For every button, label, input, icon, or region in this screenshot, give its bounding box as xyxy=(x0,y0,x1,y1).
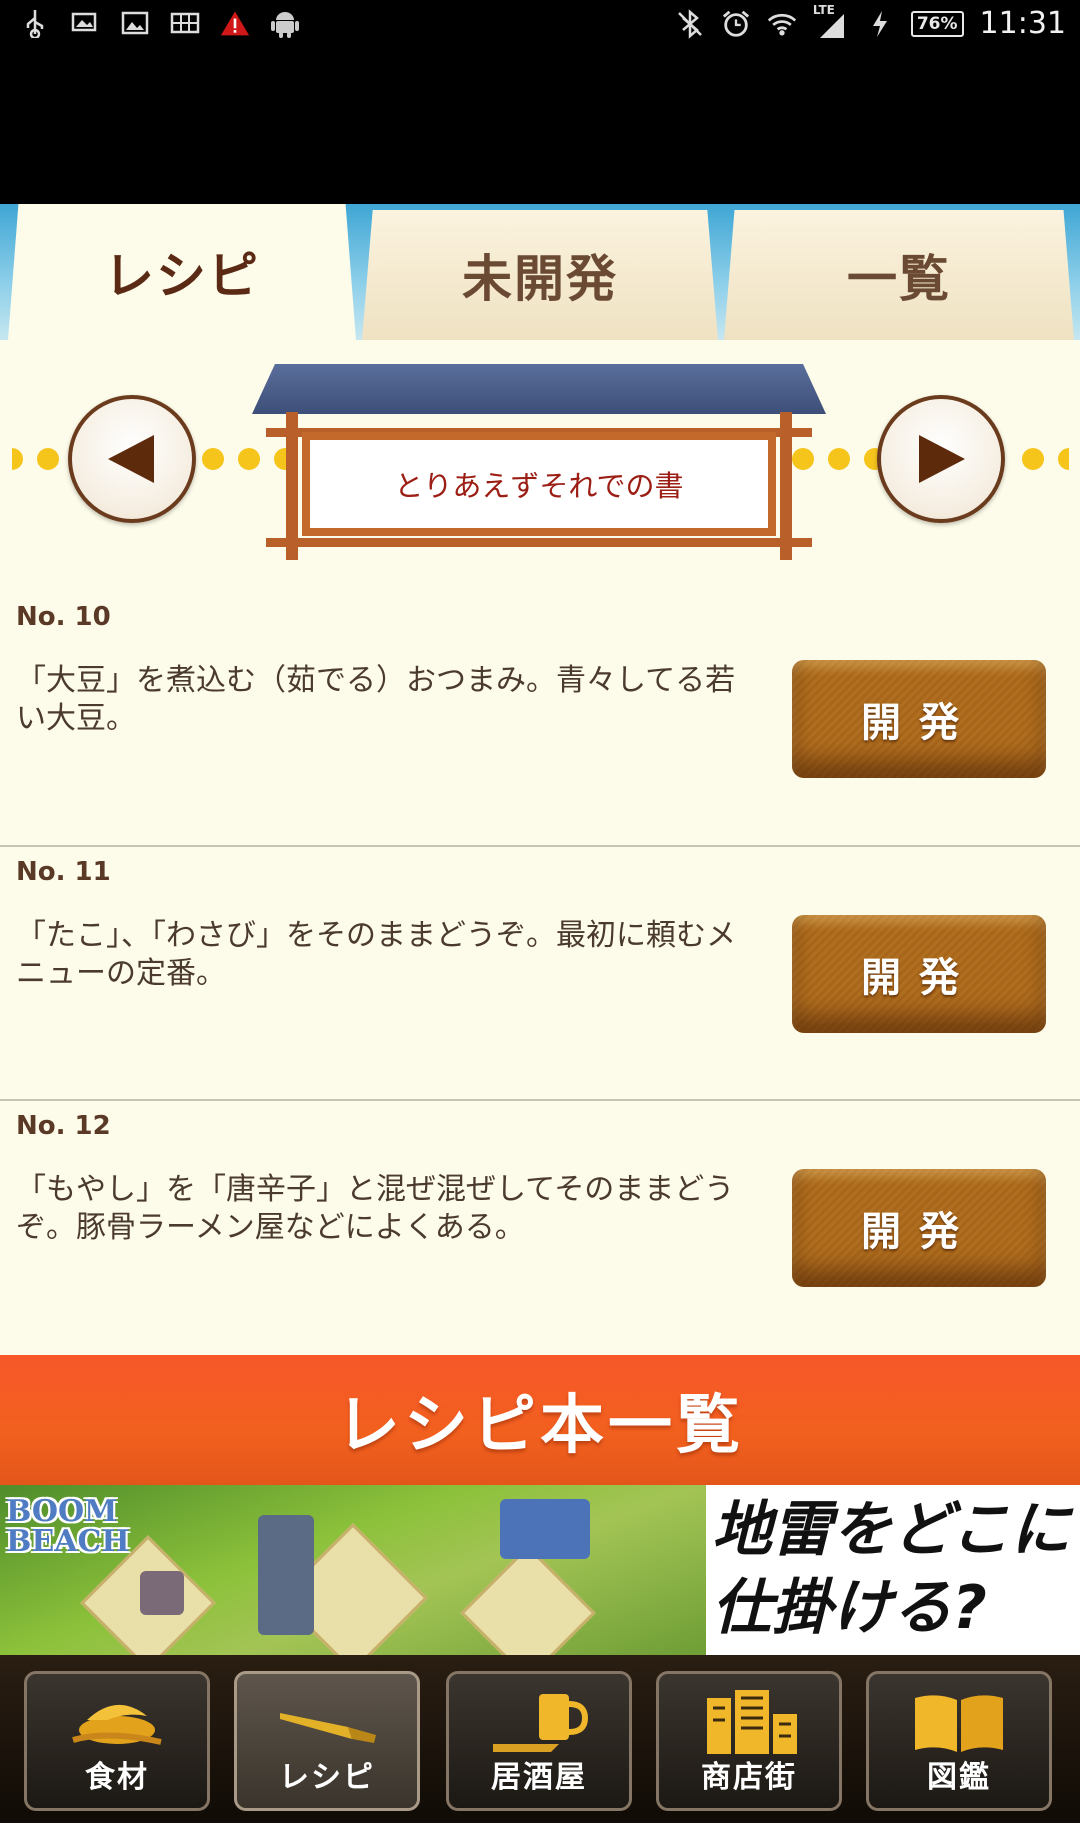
recipe-description: 「もやし」を「唐辛子」と混ぜ混ぜしてそのままどうぞ。豚骨ラーメン屋などによくある… xyxy=(16,1172,735,1245)
nav-encyclopedia[interactable]: 図鑑 xyxy=(866,1671,1052,1811)
ad-banner[interactable]: BOOM BEACH 地雷をどこに 仕掛ける? xyxy=(0,1485,1080,1655)
encyclopedia-book-icon xyxy=(904,1688,1014,1758)
book-title: とりあえずそれでの書 xyxy=(302,432,776,536)
tab-bar: レシピ 未開発 一覧 xyxy=(0,204,1080,340)
dot xyxy=(37,448,59,470)
signal-icon: LTE xyxy=(813,3,849,39)
ad-tower xyxy=(258,1515,314,1635)
tab-list[interactable]: 一覧 xyxy=(724,210,1074,340)
dot xyxy=(828,448,850,470)
battery-level: 76% xyxy=(910,10,964,37)
ad-headline-line: 地雷をどこに xyxy=(712,1495,1071,1565)
wifi-icon xyxy=(767,9,797,39)
develop-button[interactable]: 開発 xyxy=(792,1169,1046,1287)
dot xyxy=(12,448,23,470)
next-book-button[interactable] xyxy=(877,395,1005,523)
bottom-navigation: 食材 レシピ 居酒屋 商店街 図鑑 xyxy=(0,1655,1080,1823)
ad-building xyxy=(140,1571,184,1615)
alarm-icon xyxy=(721,9,751,39)
tab-undeveloped[interactable]: 未開発 xyxy=(362,210,718,340)
ad-headline: 地雷をどこに 仕掛ける? xyxy=(712,1491,1076,1651)
left-dots-decoration xyxy=(12,448,59,470)
nav-label: レシピ xyxy=(279,1760,375,1795)
signboard-roof xyxy=(252,364,826,414)
recipe-description: 「たこ」、「わさび」をそのままどうぞ。最初に頼むメニューの定番。 xyxy=(16,918,736,991)
develop-button[interactable]: 開発 xyxy=(792,915,1046,1033)
nav-label: 図鑑 xyxy=(927,1760,991,1795)
ad-logo-line: BOOM xyxy=(6,1494,118,1529)
ad-game-image: BOOM BEACH xyxy=(0,1485,706,1655)
nav-label: 商店街 xyxy=(701,1760,797,1795)
izakaya-beer-icon xyxy=(484,1688,594,1758)
network-type-label: LTE xyxy=(812,2,835,17)
ingredients-icon xyxy=(62,1688,172,1758)
picture-sync-icon xyxy=(70,8,100,38)
nav-label: 食材 xyxy=(85,1760,149,1795)
status-bar: LTE 76% 11:31 xyxy=(0,0,1080,54)
usb-icon xyxy=(20,8,50,38)
nav-shopping-street[interactable]: 商店街 xyxy=(656,1671,842,1811)
recipe-number: No. 12 xyxy=(16,1111,111,1141)
right-dots-decoration xyxy=(1022,448,1069,470)
bluetooth-off-icon xyxy=(675,8,705,39)
ad-logo: BOOM BEACH xyxy=(6,1497,130,1557)
recipe-number: No. 11 xyxy=(16,857,111,887)
dot xyxy=(1022,448,1044,470)
recipe-book-list-button[interactable]: レシピ本一覧 xyxy=(0,1355,1080,1485)
ad-headline-line: 仕掛ける? xyxy=(712,1573,987,1643)
arrow-left-icon xyxy=(108,435,154,483)
book-signboard: とりあえずそれでの書 xyxy=(252,364,826,564)
ad-tile xyxy=(460,1545,596,1655)
recipe-knife-icon xyxy=(272,1688,382,1758)
nav-recipe[interactable]: レシピ xyxy=(234,1671,420,1811)
status-bar-system: LTE 76% 11:31 xyxy=(675,3,1066,41)
tab-recipe[interactable]: レシピ xyxy=(8,204,356,340)
recipe-number: No. 10 xyxy=(16,602,111,632)
arrow-right-icon xyxy=(919,435,965,483)
recipe-row: No. 12 「もやし」を「唐辛子」と混ぜ混ぜしてそのままどうぞ。豚骨ラーメン屋… xyxy=(0,1099,1080,1354)
gallery-icon xyxy=(120,8,150,38)
android-icon xyxy=(270,8,300,38)
develop-button[interactable]: 開発 xyxy=(792,660,1046,778)
dot xyxy=(1058,448,1069,470)
nav-izakaya[interactable]: 居酒屋 xyxy=(446,1671,632,1811)
dot xyxy=(202,448,224,470)
clock-time: 11:31 xyxy=(979,6,1066,41)
signboard-rail xyxy=(266,538,812,547)
nav-ingredients[interactable]: 食材 xyxy=(24,1671,210,1811)
warning-icon xyxy=(220,8,250,38)
grid-icon xyxy=(170,8,200,38)
ad-building xyxy=(500,1499,590,1559)
previous-book-button[interactable] xyxy=(68,395,196,523)
recipe-content: とりあえずそれでの書 No. 10 「大豆」を煮込む（茹でる）おつまみ。青々して… xyxy=(0,340,1080,1355)
recipe-row: No. 11 「たこ」、「わさび」をそのままどうぞ。最初に頼むメニューの定番。 … xyxy=(0,845,1080,1100)
recipe-description: 「大豆」を煮込む（茹でる）おつまみ。青々してる若い大豆。 xyxy=(16,663,736,736)
charging-icon xyxy=(865,9,895,39)
status-bar-notifications xyxy=(20,8,300,38)
ad-logo-line: BEACH xyxy=(6,1524,130,1559)
shopping-street-icon xyxy=(694,1688,804,1758)
nav-label: 居酒屋 xyxy=(491,1760,587,1795)
recipe-row: No. 10 「大豆」を煮込む（茹でる）おつまみ。青々してる若い大豆。 開発 xyxy=(0,590,1080,845)
